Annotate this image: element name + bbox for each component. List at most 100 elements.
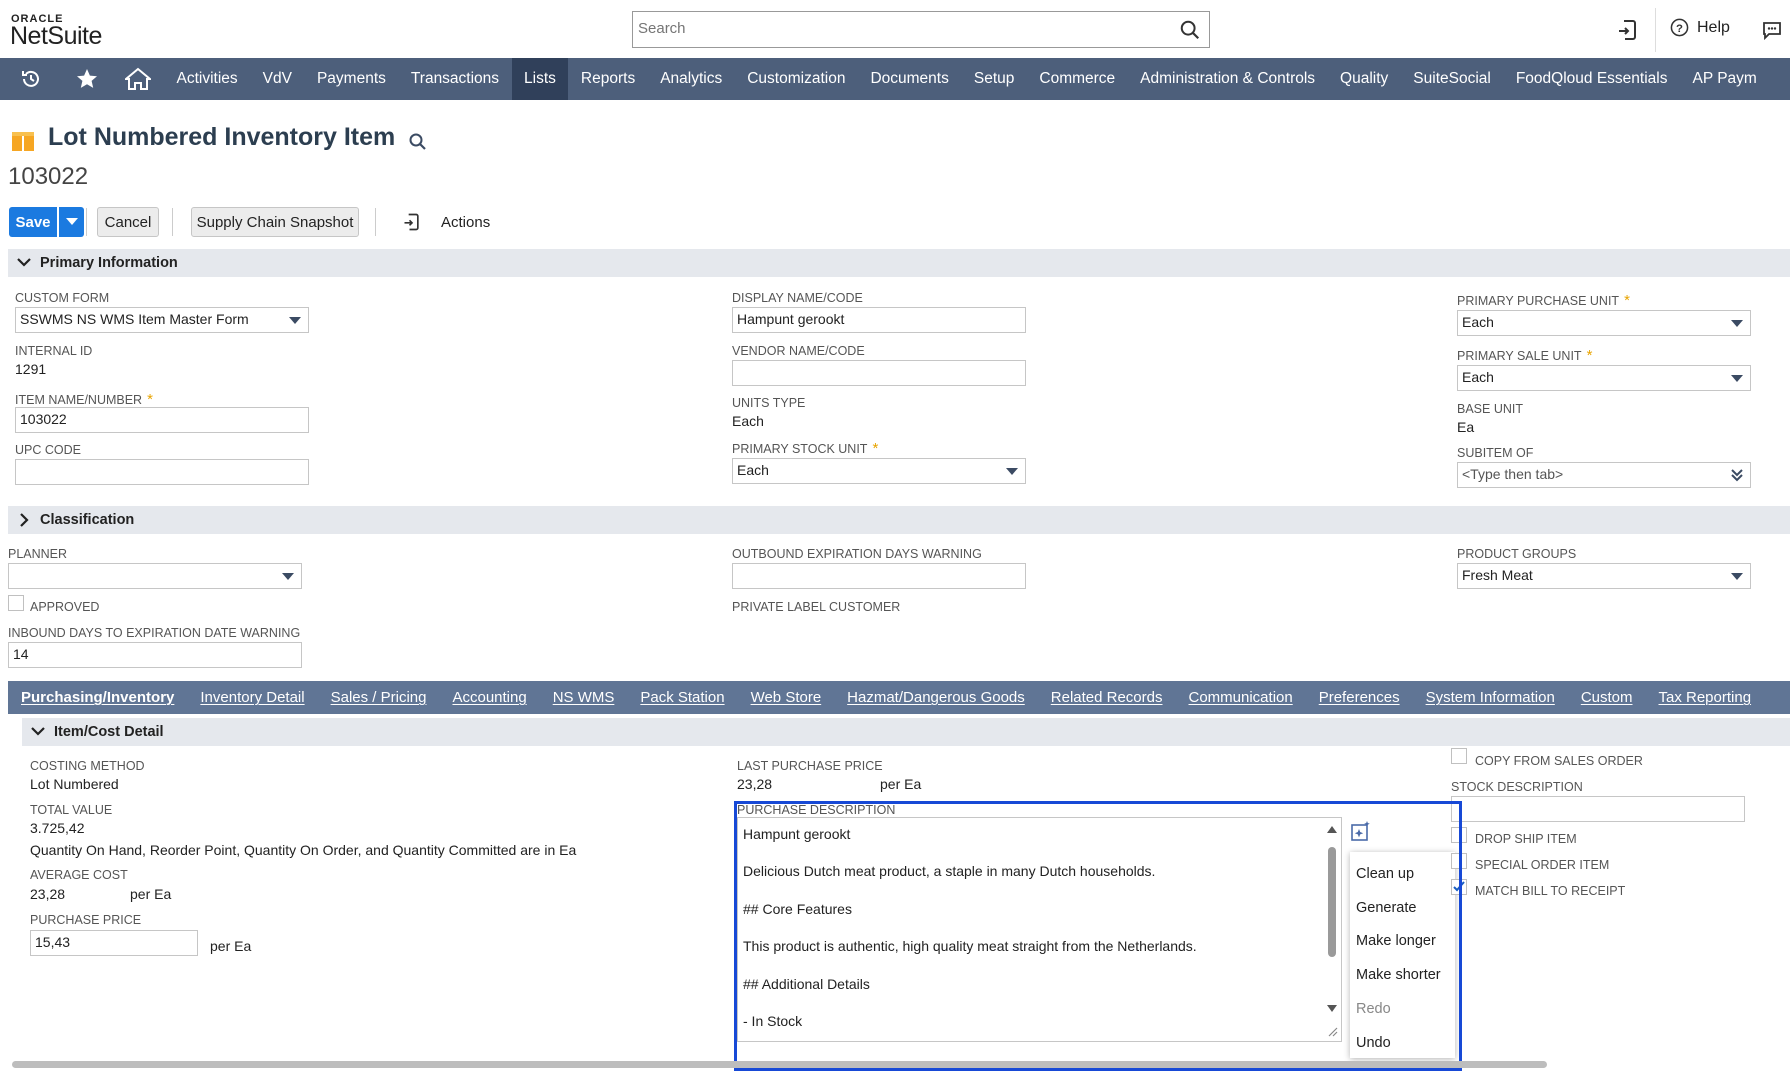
- primary-information-header[interactable]: Primary Information: [8, 249, 1790, 277]
- purchase-description-textarea[interactable]: Hampunt gerookt Delicious Dutch meat pro…: [737, 817, 1342, 1042]
- save-button[interactable]: Save: [9, 207, 57, 237]
- tab-preferences[interactable]: Preferences: [1306, 689, 1413, 706]
- custom-form-label: CUSTOM FORM: [15, 291, 110, 305]
- nav-transactions[interactable]: Transactions: [398, 58, 511, 100]
- menu-item-make-shorter[interactable]: Make shorter: [1356, 967, 1441, 983]
- nav-customization[interactable]: Customization: [735, 58, 858, 100]
- approved-checkbox[interactable]: [8, 595, 24, 611]
- custom-form-value: SSWMS NS WMS Item Master Form: [20, 311, 249, 327]
- tab-custom[interactable]: Custom: [1568, 689, 1646, 706]
- record-number: 103022: [8, 163, 89, 190]
- help-link[interactable]: ? Help: [1670, 18, 1730, 37]
- scroll-up-arrow-icon[interactable]: [1327, 826, 1337, 833]
- actions-menu[interactable]: Actions: [441, 214, 490, 231]
- primary-stock-unit-value: Each: [737, 462, 769, 478]
- tab-sales-pricing[interactable]: Sales / Pricing: [318, 689, 440, 706]
- menu-item-generate[interactable]: Generate: [1356, 900, 1416, 916]
- drop-ship-item-checkbox[interactable]: [1451, 827, 1467, 843]
- purchase-price-input[interactable]: 15,43: [30, 930, 198, 956]
- resize-handle-icon[interactable]: [1326, 1025, 1338, 1037]
- dropdown-arrow-icon: [289, 317, 301, 324]
- nav-commerce[interactable]: Commerce: [1027, 58, 1128, 100]
- nav-reports[interactable]: Reports: [568, 58, 647, 100]
- stock-description-input[interactable]: [1451, 796, 1745, 822]
- save-options-button[interactable]: [59, 207, 84, 237]
- costing-method-label: COSTING METHOD: [30, 759, 145, 773]
- tab-pack-station[interactable]: Pack Station: [627, 689, 737, 706]
- tab-system-information[interactable]: System Information: [1413, 689, 1568, 706]
- netsuite-logo[interactable]: NetSuite: [10, 22, 102, 51]
- supply-chain-snapshot-button[interactable]: Supply Chain Snapshot: [191, 207, 359, 237]
- upc-code-input[interactable]: [15, 459, 309, 485]
- drop-ship-item-label: DROP SHIP ITEM: [1475, 832, 1577, 846]
- nav-suitesocial[interactable]: SuiteSocial: [1401, 58, 1504, 100]
- primary-sale-unit-select[interactable]: Each: [1457, 365, 1751, 391]
- recent-history-icon[interactable]: [0, 58, 62, 100]
- menu-item-make-longer[interactable]: Make longer: [1356, 933, 1436, 949]
- menu-item-undo[interactable]: Undo: [1356, 1035, 1391, 1051]
- product-groups-select[interactable]: Fresh Meat: [1457, 563, 1751, 589]
- double-chevron-down-icon[interactable]: [1730, 468, 1744, 482]
- nav-lists[interactable]: Lists: [511, 58, 569, 100]
- textarea-scrollbar[interactable]: [1323, 818, 1341, 1041]
- scrollbar-thumb[interactable]: [1328, 847, 1336, 957]
- nav-foodqloud[interactable]: FoodQloud Essentials: [1503, 58, 1680, 100]
- chat-icon[interactable]: [1760, 18, 1784, 42]
- ai-assist-icon[interactable]: [1350, 820, 1372, 842]
- vendor-name-input[interactable]: [732, 360, 1026, 386]
- nav-documents[interactable]: Documents: [858, 58, 961, 100]
- copy-from-sales-order-checkbox[interactable]: [1451, 748, 1467, 764]
- planner-select[interactable]: [8, 563, 302, 589]
- special-order-item-checkbox[interactable]: [1451, 853, 1467, 869]
- recent-records-icon[interactable]: [1616, 18, 1640, 42]
- primary-purchase-unit-select[interactable]: Each: [1457, 310, 1751, 336]
- tab-hazmat[interactable]: Hazmat/Dangerous Goods: [834, 689, 1038, 706]
- global-search[interactable]: [632, 11, 1210, 48]
- subitem-of-input[interactable]: <Type then tab>: [1457, 462, 1751, 488]
- nav-setup[interactable]: Setup: [961, 58, 1027, 100]
- record-search-icon[interactable]: [408, 132, 428, 152]
- inbound-days-label: INBOUND DAYS TO EXPIRATION DATE WARNING: [8, 626, 301, 640]
- tab-tax-reporting[interactable]: Tax Reporting: [1646, 689, 1765, 706]
- nav-quality[interactable]: Quality: [1328, 58, 1401, 100]
- tab-purchasing-inventory[interactable]: Purchasing/Inventory: [8, 689, 187, 706]
- display-name-label: DISPLAY NAME/CODE: [732, 291, 863, 305]
- menu-item-redo[interactable]: Redo: [1356, 1001, 1391, 1017]
- tab-related-records[interactable]: Related Records: [1038, 689, 1176, 706]
- nav-activities[interactable]: Activities: [164, 58, 250, 100]
- match-bill-to-receipt-checkbox[interactable]: [1451, 879, 1467, 895]
- star-icon[interactable]: [62, 58, 112, 100]
- cancel-button[interactable]: Cancel: [97, 207, 159, 237]
- outbound-expiration-input[interactable]: [732, 563, 1026, 589]
- tab-web-store[interactable]: Web Store: [738, 689, 835, 706]
- item-name-label-text: ITEM NAME/NUMBER: [15, 393, 143, 407]
- custom-form-select[interactable]: SSWMS NS WMS Item Master Form: [15, 307, 309, 333]
- item-name-input[interactable]: 103022: [15, 407, 309, 433]
- tab-inventory-detail[interactable]: Inventory Detail: [187, 689, 317, 706]
- tab-accounting[interactable]: Accounting: [439, 689, 539, 706]
- last-purchase-price-label: LAST PURCHASE PRICE: [737, 759, 883, 773]
- menu-item-clean-up[interactable]: Clean up: [1356, 866, 1414, 882]
- purchase-price-unit: per Ea: [210, 938, 252, 954]
- classification-header[interactable]: Classification: [8, 506, 1790, 534]
- actions-icon[interactable]: [402, 212, 422, 232]
- display-name-input[interactable]: Hampunt gerookt: [732, 307, 1026, 333]
- inbound-days-input[interactable]: 14: [8, 642, 302, 668]
- search-input[interactable]: [633, 12, 1153, 45]
- nav-payments[interactable]: Payments: [304, 58, 398, 100]
- nav-ap-payments[interactable]: AP Paym: [1680, 58, 1769, 100]
- chevron-down-icon: [17, 258, 31, 267]
- primary-stock-unit-select[interactable]: Each: [732, 458, 1026, 484]
- nav-analytics[interactable]: Analytics: [648, 58, 735, 100]
- average-cost-unit: per Ea: [130, 886, 172, 902]
- home-icon[interactable]: [112, 58, 164, 100]
- item-cost-detail-header[interactable]: Item/Cost Detail: [22, 718, 1790, 746]
- last-purchase-price-unit: per Ea: [880, 776, 922, 792]
- tab-communication[interactable]: Communication: [1176, 689, 1306, 706]
- nav-vdv[interactable]: VdV: [250, 58, 304, 100]
- nav-administration[interactable]: Administration & Controls: [1128, 58, 1328, 100]
- scroll-down-arrow-icon[interactable]: [1327, 1005, 1337, 1012]
- search-icon[interactable]: [1179, 19, 1201, 41]
- page-horizontal-scrollbar[interactable]: [12, 1061, 1547, 1068]
- tab-ns-wms[interactable]: NS WMS: [540, 689, 628, 706]
